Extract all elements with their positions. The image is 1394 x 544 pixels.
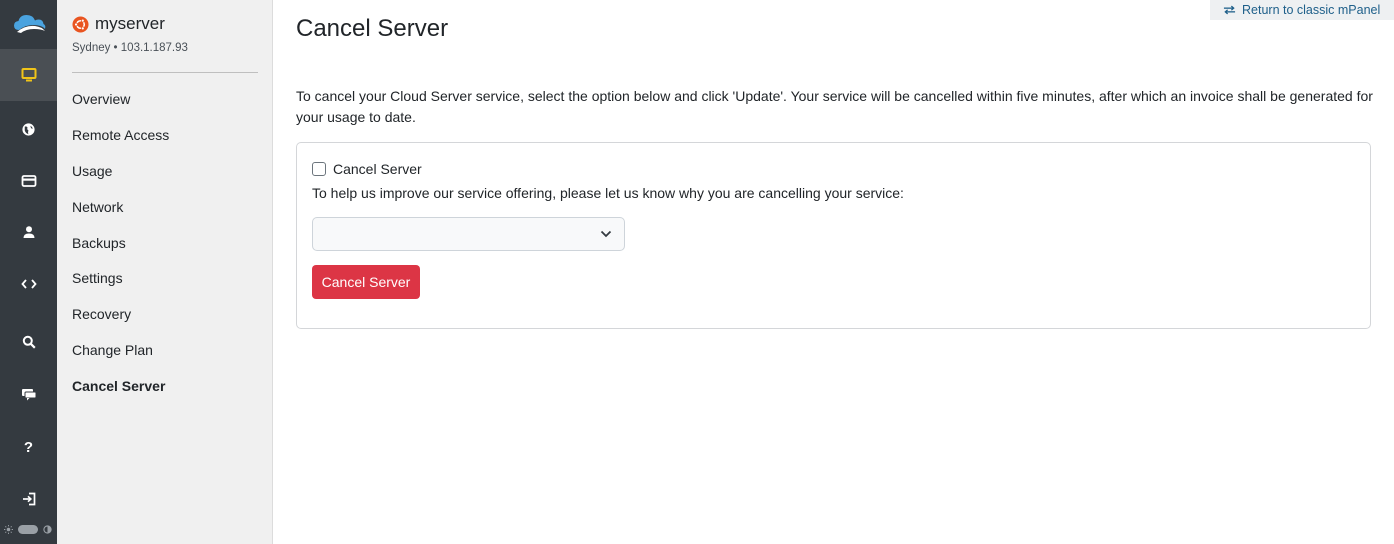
- account-user-icon[interactable]: [0, 206, 57, 258]
- sidebar-item-settings[interactable]: Settings: [72, 261, 262, 297]
- sidebar-item-change-plan[interactable]: Change Plan: [72, 333, 262, 369]
- main-content: Return to classic mPanel Cancel Server T…: [273, 0, 1394, 544]
- return-classic-link[interactable]: Return to classic mPanel: [1210, 0, 1394, 20]
- sidebar-item-backups[interactable]: Backups: [72, 226, 262, 262]
- sidebar-item-overview[interactable]: Overview: [72, 82, 262, 118]
- logout-icon[interactable]: [0, 473, 57, 525]
- return-classic-label: Return to classic mPanel: [1242, 3, 1381, 17]
- search-icon[interactable]: [0, 316, 57, 368]
- cancel-checkbox-row[interactable]: Cancel Server: [312, 159, 422, 179]
- sidebar-item-usage[interactable]: Usage: [72, 154, 262, 190]
- cancel-reason-select[interactable]: [312, 217, 625, 251]
- reason-prompt: To help us improve our service offering,…: [312, 185, 904, 201]
- cloud-logo-icon[interactable]: [0, 0, 57, 48]
- server-sidebar: myserver Sydney • 103.1.187.93 Overview …: [57, 0, 273, 544]
- app-root: ? myserver Sydney • 103.1.187.93 Overvie…: [0, 0, 1394, 544]
- cancel-server-button[interactable]: Cancel Server: [312, 265, 420, 299]
- sun-icon: [4, 524, 13, 534]
- globe-icon[interactable]: [0, 103, 57, 155]
- page-title: Cancel Server: [296, 15, 449, 42]
- billing-card-icon[interactable]: [0, 155, 57, 207]
- icon-rail: ?: [0, 0, 57, 544]
- chevron-down-icon: [600, 230, 612, 238]
- support-chat-icon[interactable]: [0, 368, 57, 420]
- sidebar-item-network[interactable]: Network: [72, 190, 262, 226]
- theme-toggle[interactable]: [4, 522, 52, 536]
- sidebar-item-recovery[interactable]: Recovery: [72, 297, 262, 333]
- server-name: myserver: [95, 14, 165, 33]
- sidebar-item-remote-access[interactable]: Remote Access: [72, 118, 262, 154]
- cancel-form-card: Cancel Server To help us improve our ser…: [296, 142, 1371, 329]
- server-nav-list: Overview Remote Access Usage Network Bac…: [72, 82, 262, 405]
- ubuntu-icon: [72, 15, 89, 33]
- help-question-icon[interactable]: ?: [0, 421, 57, 473]
- swap-arrows-icon: [1223, 5, 1236, 15]
- cancel-instructions: To cancel your Cloud Server service, sel…: [296, 88, 1373, 125]
- contrast-icon: [43, 524, 52, 534]
- cancel-server-checkbox[interactable]: [312, 162, 326, 176]
- server-header: myserver Sydney • 103.1.187.93: [72, 13, 262, 55]
- cancel-checkbox-label[interactable]: Cancel Server: [333, 161, 422, 177]
- server-location-ip: Sydney • 103.1.187.93: [72, 42, 188, 54]
- servers-icon[interactable]: [0, 49, 57, 101]
- sidebar-item-cancel-server[interactable]: Cancel Server: [72, 369, 262, 405]
- server-name-row: myserver: [72, 13, 262, 35]
- toggle-track[interactable]: [18, 524, 38, 534]
- developer-code-icon[interactable]: [0, 258, 57, 310]
- sidebar-divider: [72, 72, 258, 73]
